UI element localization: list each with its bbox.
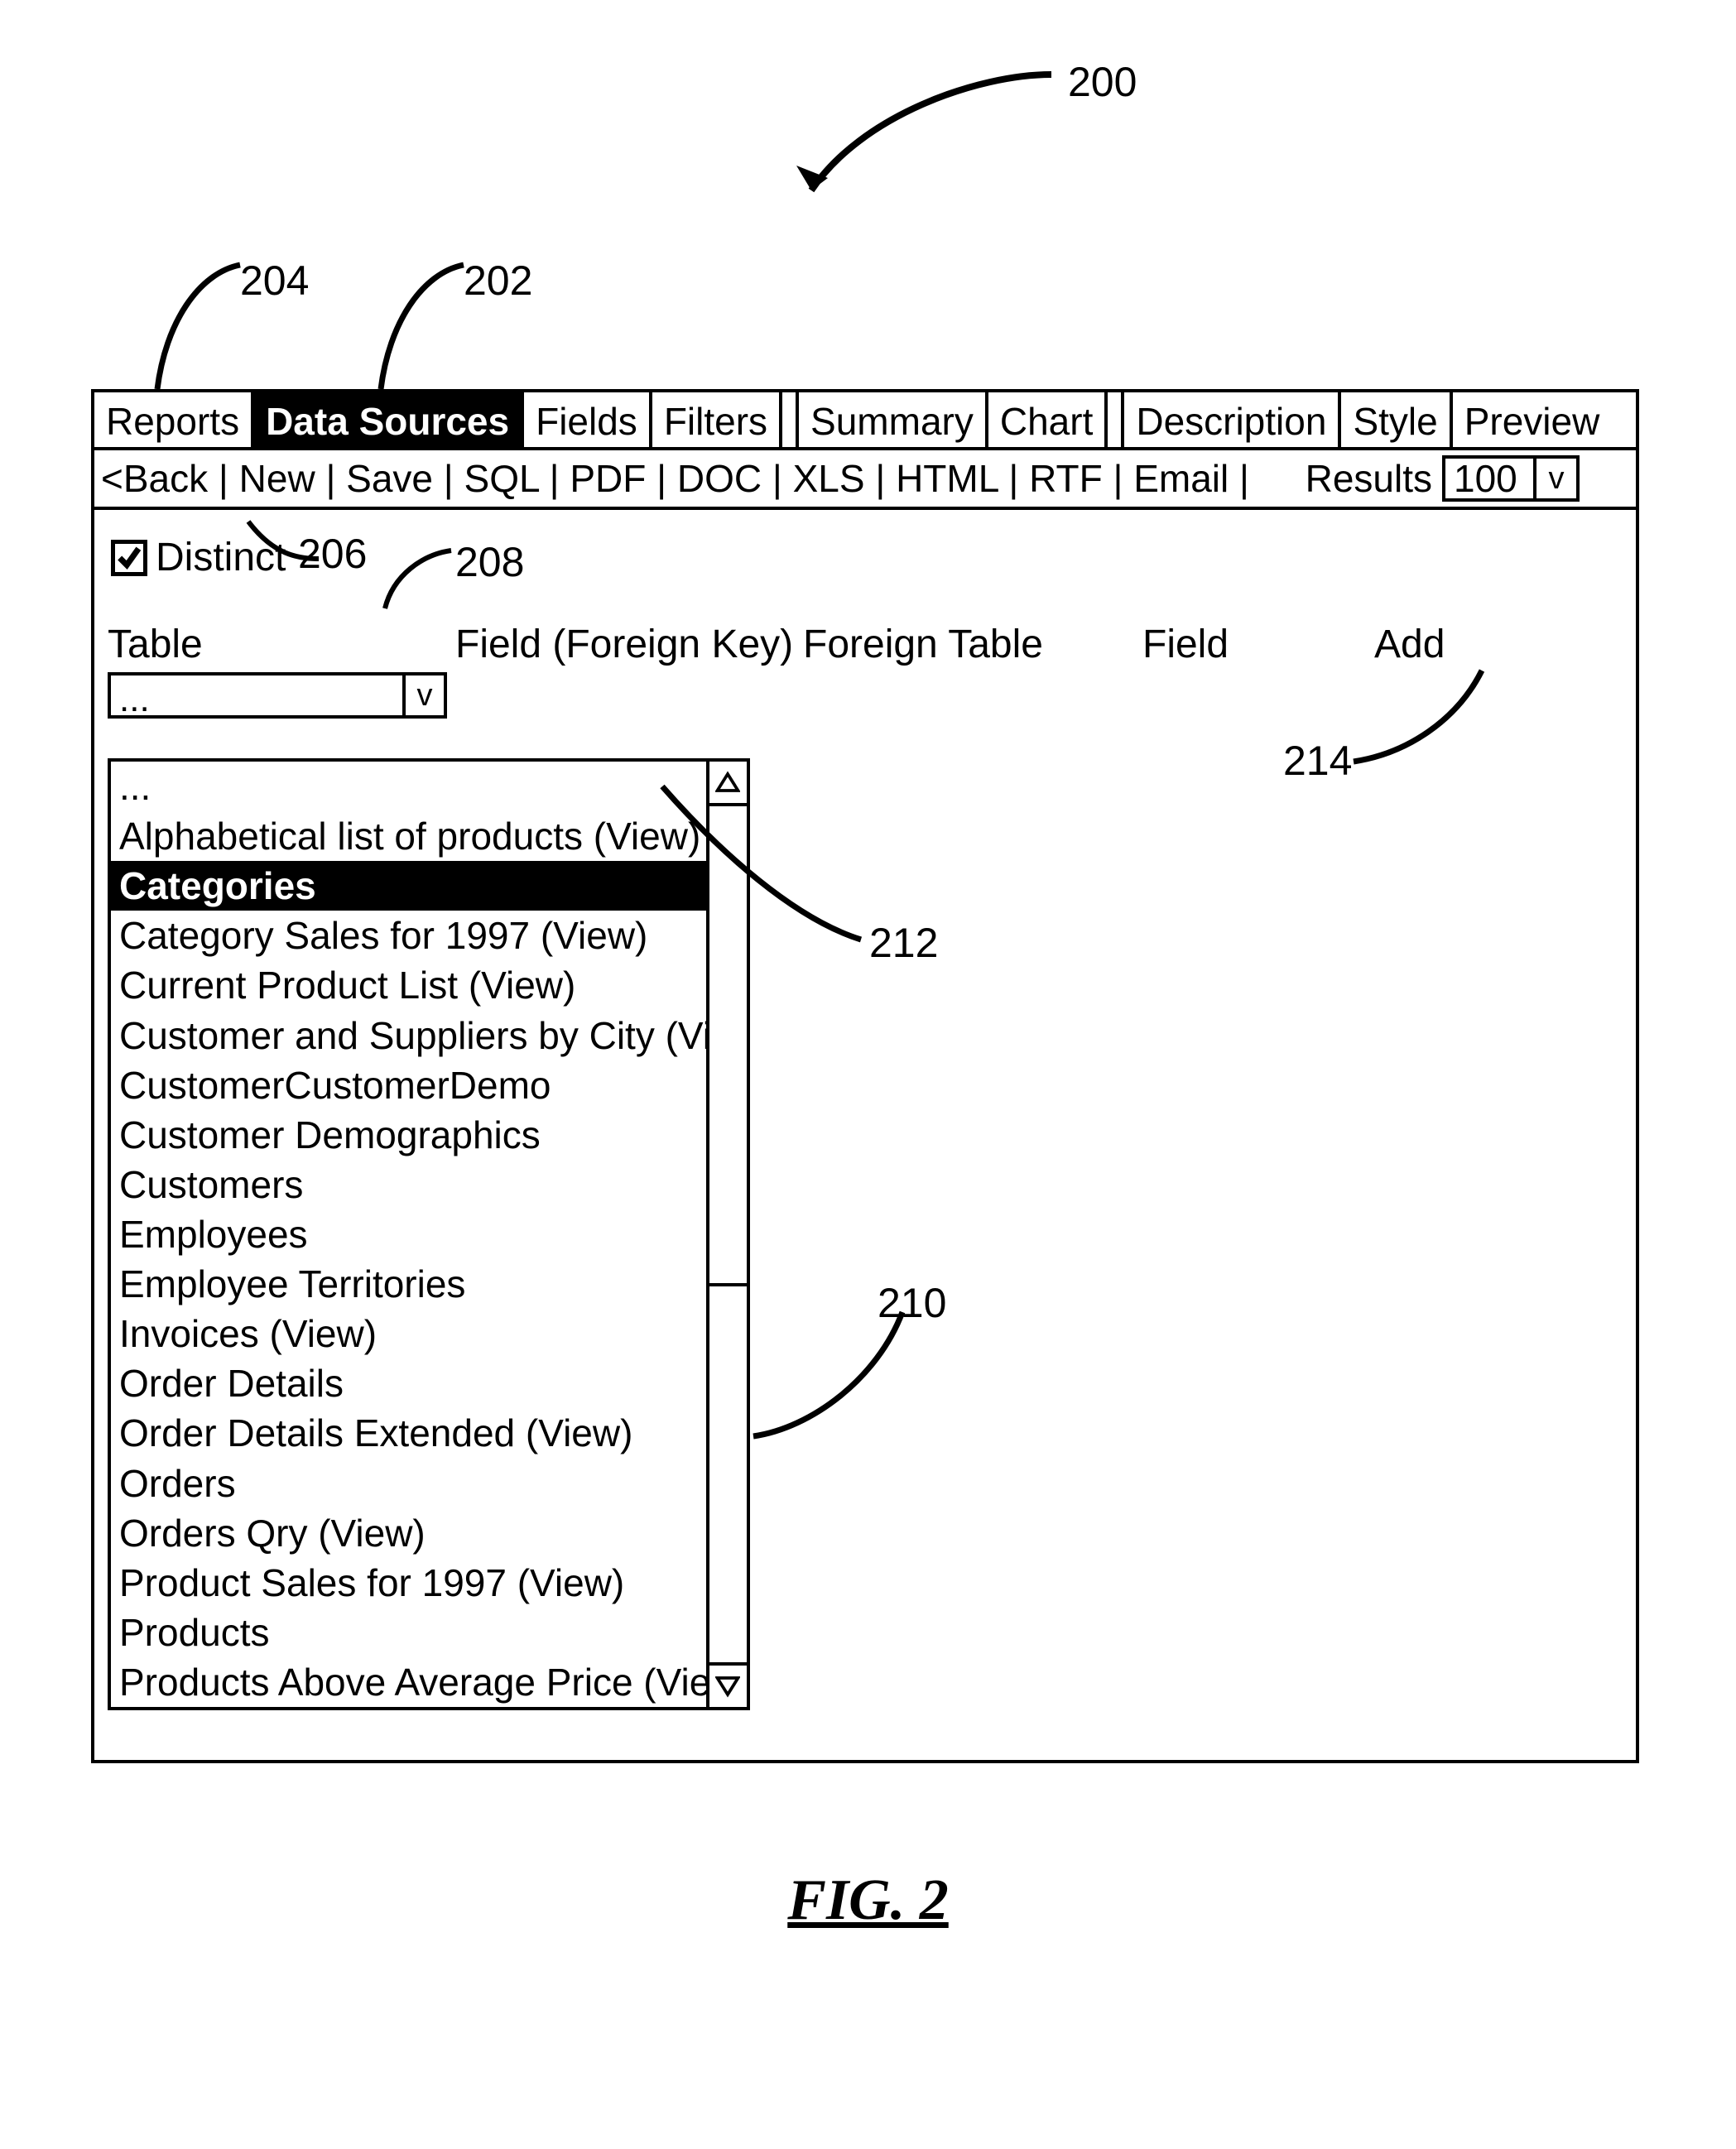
- tab-data-sources[interactable]: Data Sources: [254, 392, 524, 447]
- tab-gap: [782, 392, 799, 447]
- tab-preview[interactable]: Preview: [1453, 392, 1612, 447]
- header-field: Field: [1142, 622, 1374, 667]
- dropdown-item[interactable]: Product Sales for 1997 (View): [111, 1558, 706, 1608]
- tab-fields[interactable]: Fields: [524, 392, 652, 447]
- results-caret-icon: v: [1536, 459, 1576, 498]
- callout-206-label: 206: [298, 530, 367, 578]
- dropdown-item[interactable]: Employee Territories: [111, 1259, 706, 1309]
- toolbar: <Back | New | Save | SQL | PDF | DOC | X…: [94, 450, 1636, 510]
- dropdown-item[interactable]: Categories: [111, 861, 706, 911]
- callout-214: [1333, 662, 1498, 778]
- dropdown-item[interactable]: Customer Demographics: [111, 1110, 706, 1160]
- tab-style[interactable]: Style: [1341, 392, 1452, 447]
- tab-gap-2: [1108, 392, 1124, 447]
- table-select-value: ...: [111, 675, 402, 715]
- dropdown-item[interactable]: CustomerCustomerDemo: [111, 1060, 706, 1110]
- dropdown-item[interactable]: Invoices (View): [111, 1309, 706, 1358]
- callout-208-label: 208: [455, 538, 524, 586]
- dropdown-item[interactable]: Alphabetical list of products (View): [111, 811, 706, 861]
- dropdown-item[interactable]: Orders: [111, 1459, 706, 1508]
- callout-212-label: 212: [869, 919, 938, 967]
- dropdown-item[interactable]: Employees: [111, 1209, 706, 1259]
- checkmark-icon: [115, 544, 143, 572]
- dropdown-item[interactable]: Category Sales for 1997 (View): [111, 911, 706, 960]
- dropdown-list: ...Alphabetical list of products (View)C…: [111, 762, 706, 1707]
- toolbar-links[interactable]: <Back | New | Save | SQL | PDF | DOC | X…: [101, 456, 1249, 501]
- header-foreign-table: Foreign Table: [803, 622, 1142, 667]
- dropdown-item[interactable]: Orders Qry (View): [111, 1508, 706, 1558]
- triangle-down-icon: [715, 1674, 740, 1699]
- distinct-checkbox[interactable]: [111, 540, 147, 576]
- callout-202-label: 202: [464, 257, 532, 305]
- callout-204-label: 204: [240, 257, 309, 305]
- column-headers: Table Field (Foreign Key) Foreign Table …: [108, 622, 1623, 667]
- dropdown-item[interactable]: ...: [111, 762, 706, 811]
- callout-214-label: 214: [1283, 737, 1352, 785]
- tab-description[interactable]: Description: [1124, 392, 1341, 447]
- scroll-down-button[interactable]: [709, 1662, 747, 1707]
- results-value: 100: [1445, 459, 1536, 498]
- results-select[interactable]: 100 v: [1442, 455, 1580, 502]
- dropdown-item[interactable]: Products Above Average Price (View): [111, 1657, 706, 1707]
- scroll-track[interactable]: [709, 1286, 747, 1662]
- dropdown-item[interactable]: Current Product List (View): [111, 960, 706, 1010]
- chevron-down-icon: v: [402, 675, 444, 715]
- tab-summary[interactable]: Summary: [799, 392, 988, 447]
- dropdown-item[interactable]: Products: [111, 1608, 706, 1657]
- add-button[interactable]: Add: [1374, 622, 1445, 667]
- dropdown-item[interactable]: Customer and Suppliers by City (View: [111, 1011, 706, 1060]
- table-select[interactable]: ... v: [108, 672, 447, 719]
- header-field-fk: Field (Foreign Key): [455, 622, 803, 667]
- tab-reports[interactable]: Reports: [94, 392, 254, 447]
- results-label: Results: [1306, 456, 1432, 501]
- main-panel: Reports Data Sources Fields Filters Summ…: [91, 389, 1639, 1763]
- figure-caption: FIG. 2: [0, 1868, 1736, 1934]
- tab-bar: Reports Data Sources Fields Filters Summ…: [94, 392, 1636, 450]
- dropdown-item[interactable]: Customers: [111, 1160, 706, 1209]
- callout-210-label: 210: [878, 1279, 946, 1327]
- dropdown-item[interactable]: Order Details: [111, 1358, 706, 1408]
- dropdown-item[interactable]: Order Details Extended (View): [111, 1408, 706, 1458]
- header-table: Table: [108, 622, 455, 667]
- tab-filters[interactable]: Filters: [652, 392, 782, 447]
- callout-200-label: 200: [1068, 58, 1137, 106]
- tab-chart[interactable]: Chart: [988, 392, 1108, 447]
